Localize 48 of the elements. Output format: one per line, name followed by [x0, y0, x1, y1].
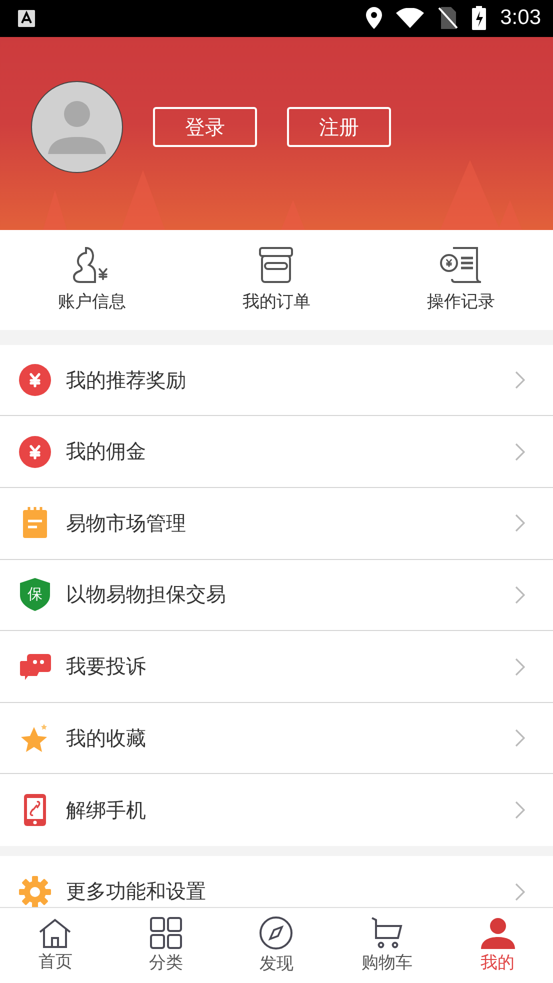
clock-time: 3:03	[500, 6, 541, 30]
tab-item[interactable]: 我的	[442, 908, 553, 983]
menu-item-label[interactable]: 以物易物担保交易	[66, 581, 500, 608]
menu-item-label[interactable]: 易物市场管理	[66, 510, 500, 537]
notepad-icon	[22, 507, 48, 540]
chevron-right-icon	[515, 882, 525, 901]
avatar-icon	[31, 81, 123, 174]
chat-bubbles-icon	[19, 654, 51, 680]
peak-shape	[121, 170, 165, 230]
archive-box-icon	[258, 246, 294, 284]
tab-item[interactable]: 购物车	[332, 908, 442, 983]
phone-link-icon	[24, 794, 46, 826]
peak-shape	[43, 190, 67, 230]
menu-item-label[interactable]: 我的收藏	[66, 724, 500, 752]
tab-item[interactable]: 首页	[0, 908, 111, 983]
menu-item-label[interactable]: 我的推荐奖励	[66, 366, 500, 394]
battery-charging-icon	[472, 6, 486, 30]
wifi-icon	[396, 8, 424, 28]
receipt-icon	[438, 246, 483, 284]
chevron-right-icon	[515, 801, 525, 820]
shortcut-label[interactable]: 我的订单	[242, 290, 310, 314]
tab-item[interactable]: 分类	[110, 908, 222, 983]
yuan-coin-icon	[19, 436, 51, 468]
menu-item-label[interactable]: 我的佣金	[66, 438, 500, 466]
home-icon	[38, 918, 72, 948]
yuan-coin-icon	[19, 364, 51, 396]
menu-item-label[interactable]: 我要投诉	[66, 653, 500, 680]
shield-text: 保	[28, 585, 42, 604]
no-sim-icon	[438, 7, 458, 30]
notification-icon	[18, 10, 35, 27]
peak-shape	[281, 200, 305, 230]
tab-item[interactable]: 发现	[221, 908, 332, 983]
login-button[interactable]: 登录	[153, 107, 257, 148]
register-button[interactable]: 注册	[287, 107, 391, 148]
compass-icon	[259, 916, 294, 950]
chevron-right-icon	[515, 729, 525, 748]
person-icon	[480, 917, 515, 949]
grid-icon	[150, 917, 182, 949]
cart-icon	[371, 917, 404, 949]
chevron-right-icon	[515, 371, 525, 390]
chevron-right-icon	[515, 586, 525, 604]
chevron-right-icon	[515, 442, 525, 461]
chevron-right-icon	[515, 514, 525, 532]
chevron-right-icon	[515, 658, 525, 676]
shortcut-label[interactable]: 操作记录	[426, 290, 495, 314]
location-icon	[366, 7, 382, 30]
shortcut-label[interactable]: 账户信息	[58, 290, 126, 314]
menu-item-label[interactable]: 解绑手机	[66, 796, 500, 824]
